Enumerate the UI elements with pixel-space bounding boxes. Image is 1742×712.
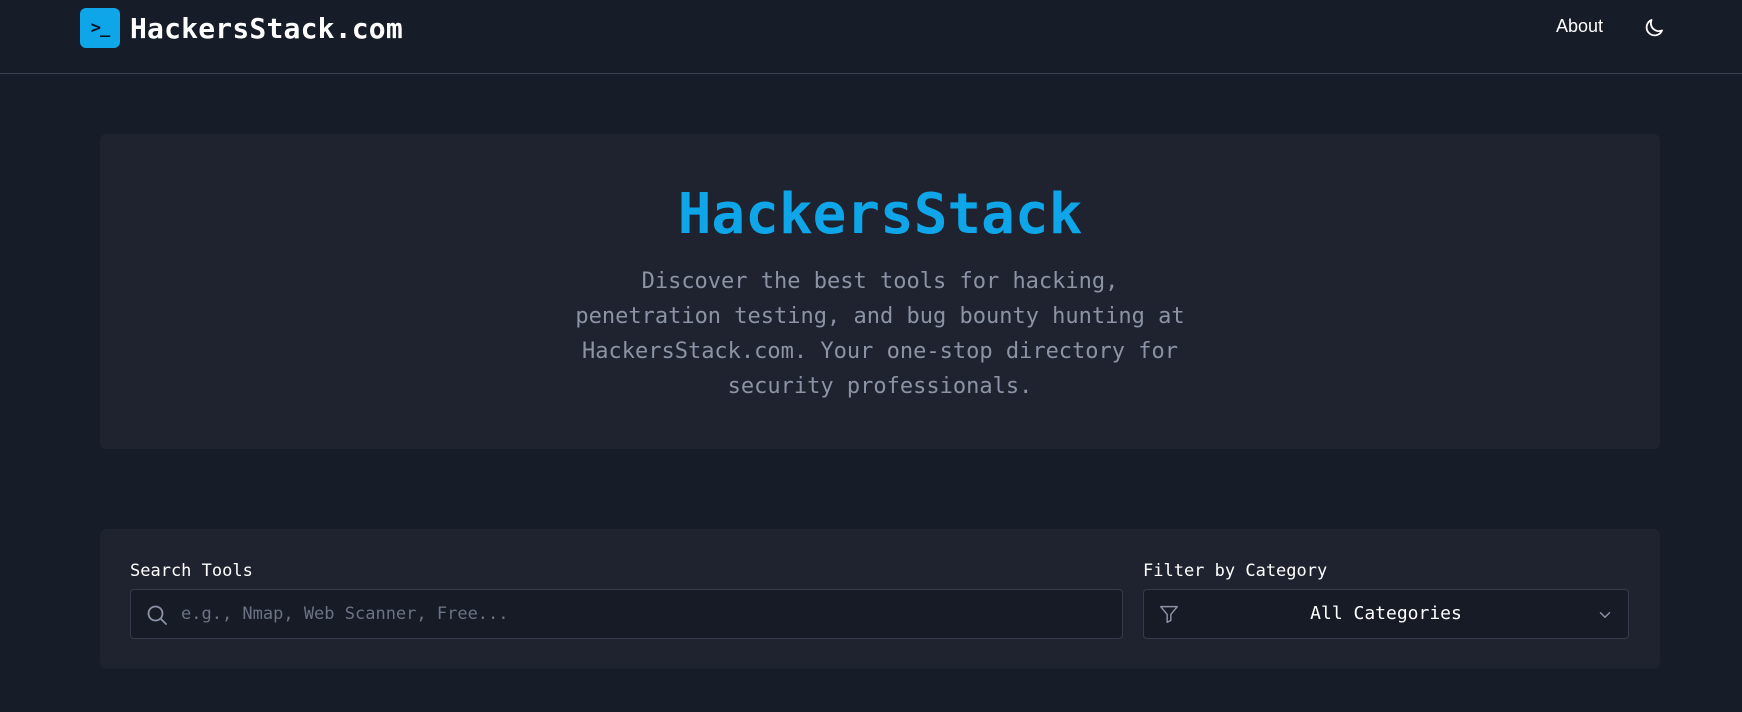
terminal-logo-icon: >_ xyxy=(80,8,120,48)
hero-card: HackersStack Discover the best tools for… xyxy=(100,134,1660,449)
logo-glyph: >_ xyxy=(90,18,111,38)
filter-icon xyxy=(1160,605,1178,623)
theme-toggle-button[interactable] xyxy=(1642,16,1666,40)
category-select[interactable]: All Categories xyxy=(1143,589,1629,639)
search-input[interactable] xyxy=(181,590,1111,638)
hero-subtitle: Discover the best tools for hacking, pen… xyxy=(575,269,1185,399)
brand-link[interactable]: >_ HackersStack.com xyxy=(80,8,403,48)
search-filter-card: Search Tools Filter by Category All Cate… xyxy=(100,529,1660,669)
search-field[interactable] xyxy=(130,589,1123,639)
brand-name: HackersStack.com xyxy=(130,11,403,45)
nav-about-link[interactable]: About xyxy=(1556,16,1603,37)
category-select-value: All Categories xyxy=(1310,603,1462,624)
top-navbar: >_ HackersStack.com About xyxy=(0,0,1742,74)
search-icon xyxy=(147,605,167,625)
search-label: Search Tools xyxy=(130,561,253,581)
hero-title: HackersStack xyxy=(677,182,1083,247)
filter-label: Filter by Category xyxy=(1143,561,1328,581)
moon-icon xyxy=(1645,19,1663,37)
chevron-down-icon xyxy=(1599,612,1611,618)
